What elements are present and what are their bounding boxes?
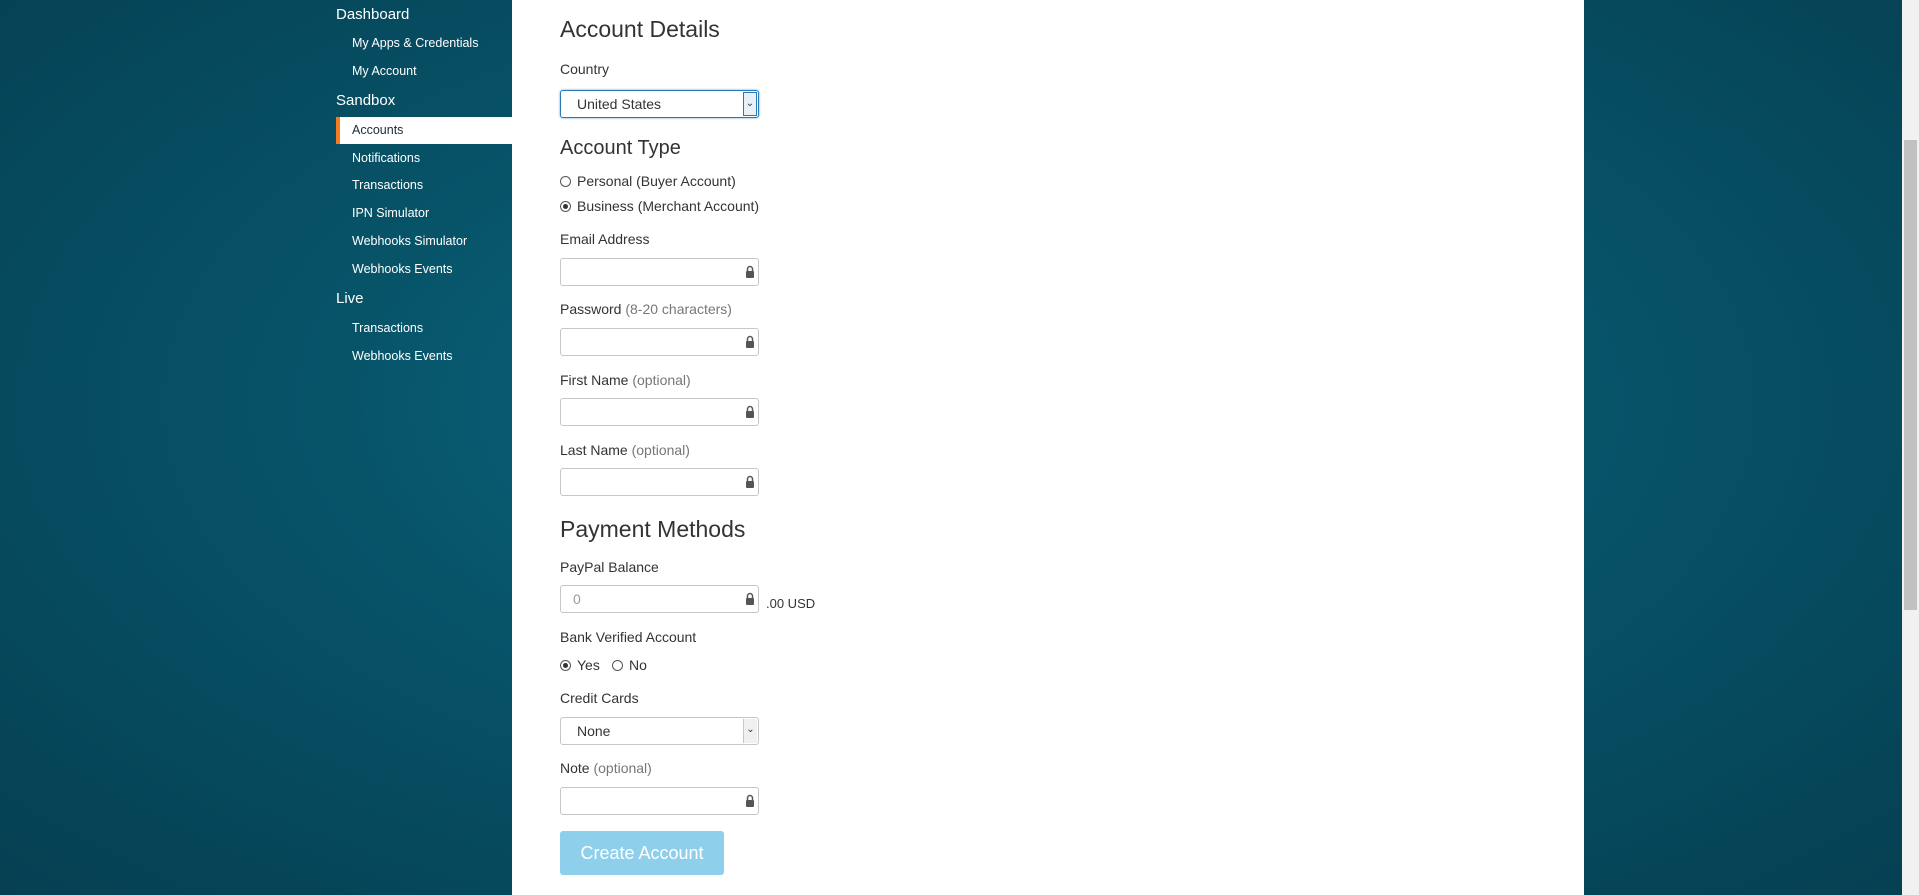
paypal-balance-label: PayPal Balance (560, 559, 659, 575)
country-value: United States (577, 96, 662, 112)
bank-verified-no[interactable]: No (612, 657, 647, 673)
last-name-field[interactable] (560, 468, 759, 496)
lock-icon (746, 475, 754, 488)
password-field[interactable] (560, 328, 759, 356)
main-content: Account Details Country United States ⌄ … (512, 0, 1584, 895)
radio-bank-yes[interactable] (560, 659, 571, 671)
account-type-business[interactable]: Business (Merchant Account) (560, 198, 759, 214)
credit-cards-label: Credit Cards (560, 690, 639, 706)
first-name-field[interactable] (560, 398, 759, 426)
lock-icon (746, 405, 754, 418)
nav-item-my-account[interactable]: My Account (336, 58, 512, 85)
chevron-down-icon: ⌄ (743, 92, 757, 116)
country-label: Country (560, 61, 610, 77)
nav-item-ipn-simulator[interactable]: IPN Simulator (336, 200, 512, 227)
lock-icon (746, 592, 754, 605)
email-label: Email Address (560, 231, 650, 247)
bank-verified-yes[interactable]: Yes (560, 657, 600, 673)
nav-item-webhooks-simulator[interactable]: Webhooks Simulator (336, 228, 512, 255)
nav-section-live[interactable]: Live (336, 285, 364, 313)
password-label: Password (8-20 characters) (560, 301, 732, 317)
bank-verified-yes-label: Yes (577, 657, 600, 673)
credit-cards-value: None (577, 723, 611, 739)
email-field[interactable] (560, 258, 759, 286)
scrollbar-thumb[interactable] (1904, 140, 1917, 610)
credit-cards-select[interactable]: None ⌄ (560, 717, 759, 745)
bank-verified-no-label: No (629, 657, 647, 673)
radio-personal[interactable] (560, 175, 571, 187)
radio-business[interactable] (560, 200, 571, 212)
nav-item-notifications[interactable]: Notifications (336, 145, 512, 172)
country-select[interactable]: United States ⌄ (560, 90, 759, 118)
lock-icon (746, 794, 754, 807)
chevron-down-icon: ⌄ (743, 719, 757, 743)
lock-icon (746, 265, 754, 278)
first-name-label-text: First Name (560, 372, 629, 388)
paypal-balance-placeholder: 0 (573, 591, 581, 607)
lock-icon (746, 335, 754, 348)
payment-methods-heading: Payment Methods (560, 516, 746, 542)
currency-suffix: .00 USD (766, 596, 816, 611)
note-label: Note (optional) (560, 760, 652, 776)
nav-item-sandbox-webhooks-events[interactable]: Webhooks Events (336, 256, 512, 283)
note-hint: (optional) (593, 760, 652, 776)
password-hint: (8-20 characters) (625, 301, 732, 317)
last-name-hint: (optional) (631, 442, 690, 458)
sidebar-nav: Dashboard My Apps & Credentials My Accou… (336, 0, 512, 895)
account-type-personal-label: Personal (Buyer Account) (577, 173, 736, 189)
note-field[interactable] (560, 787, 759, 815)
last-name-label-text: Last Name (560, 442, 628, 458)
nav-item-sandbox-transactions[interactable]: Transactions (336, 172, 512, 199)
create-account-button[interactable]: Create Account (560, 831, 724, 875)
bank-verified-label: Bank Verified Account (560, 629, 697, 645)
nav-item-my-apps-credentials[interactable]: My Apps & Credentials (336, 30, 512, 57)
nav-item-live-webhooks-events[interactable]: Webhooks Events (336, 343, 512, 370)
page-scrollbar[interactable] (1902, 0, 1919, 895)
nav-item-live-transactions[interactable]: Transactions (336, 315, 512, 342)
last-name-label: Last Name (optional) (560, 442, 690, 458)
paypal-balance-field[interactable]: 0 (560, 585, 759, 613)
account-type-personal[interactable]: Personal (Buyer Account) (560, 173, 736, 189)
nav-item-accounts[interactable]: Accounts (336, 117, 512, 144)
password-label-text: Password (560, 301, 622, 317)
radio-bank-no[interactable] (612, 659, 623, 671)
note-label-text: Note (560, 760, 590, 776)
account-type-business-label: Business (Merchant Account) (577, 198, 760, 214)
nav-section-sandbox[interactable]: Sandbox (336, 87, 395, 115)
nav-section-dashboard[interactable]: Dashboard (336, 1, 409, 29)
account-type-heading: Account Type (560, 137, 681, 159)
first-name-hint: (optional) (632, 372, 691, 388)
account-details-heading: Account Details (560, 16, 720, 42)
first-name-label: First Name (optional) (560, 372, 691, 388)
